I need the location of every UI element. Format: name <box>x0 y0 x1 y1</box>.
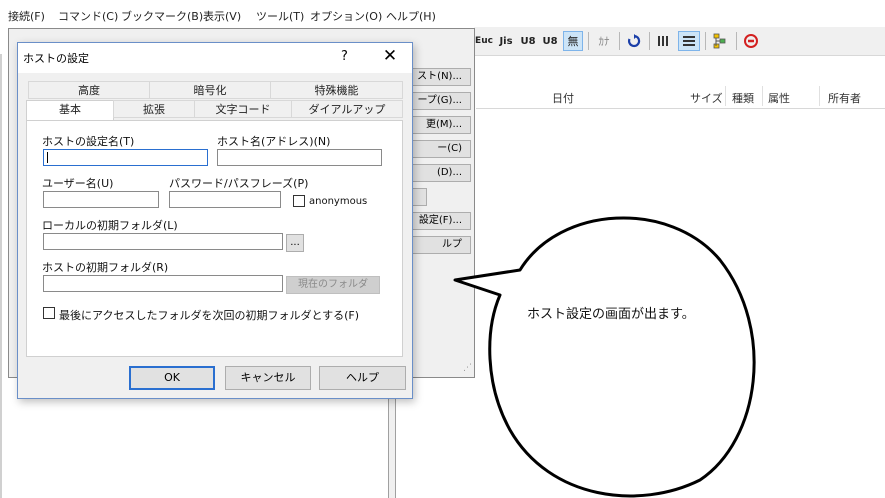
utf8-button[interactable]: U8 <box>518 31 538 51</box>
host-folder-input[interactable] <box>43 275 283 292</box>
close-icon[interactable]: ✕ <box>380 46 400 66</box>
utf8-bom-button[interactable]: U8 <box>540 31 560 51</box>
speech-bubble <box>453 216 756 498</box>
toolbar-separator <box>649 32 650 50</box>
copy-button[interactable]: ー(C) <box>405 140 471 158</box>
anonymous-checkbox[interactable] <box>293 195 305 207</box>
tab-encryption[interactable]: 暗号化 <box>149 81 271 99</box>
tab-dialup[interactable]: ダイアルアップ <box>291 100 403 118</box>
last-folder-checkbox[interactable] <box>43 307 55 319</box>
stop-icon[interactable] <box>741 31 761 51</box>
new-host-button[interactable]: スト(N)... <box>405 68 471 86</box>
local-folder-input[interactable] <box>43 233 283 250</box>
kana-button[interactable]: ｶﾅ <box>594 31 614 51</box>
password-label: パスワード/パスフレーズ(P) <box>169 177 309 190</box>
toolbar-separator <box>619 32 620 50</box>
toolbar: × Euc Jis U8 U8 無 ｶﾅ <box>454 27 885 56</box>
tab-special-features[interactable]: 特殊機能 <box>270 81 403 99</box>
new-group-button[interactable]: ープ(G)... <box>405 92 471 110</box>
column-size[interactable]: サイズ <box>690 90 723 106</box>
file-list-header: 日付 サイズ 種類 属性 所有者 <box>476 84 885 109</box>
change-settings-button[interactable]: 更(M)... <box>405 116 471 134</box>
cancel-button[interactable]: キャンセル <box>225 366 311 390</box>
no-conversion-button[interactable]: 無 <box>563 31 583 51</box>
host-name-input[interactable] <box>217 149 382 166</box>
browse-local-folder-button[interactable]: ... <box>286 234 304 252</box>
menu-tools[interactable]: ツール(T) <box>256 8 304 24</box>
euc-button[interactable]: Euc <box>474 31 494 51</box>
help-question-icon[interactable]: ? <box>341 49 348 64</box>
host-setting-name-label: ホストの設定名(T) <box>42 135 135 148</box>
column-owner[interactable]: 所有者 <box>828 90 861 106</box>
toolbar-separator <box>705 32 706 50</box>
column-separator <box>725 86 726 106</box>
dialog-title: ホストの設定 <box>23 52 89 65</box>
ok-button[interactable]: OK <box>129 366 215 390</box>
menu-command[interactable]: コマンド(C) <box>58 8 118 24</box>
delete-button[interactable]: (D)... <box>405 164 471 182</box>
left-pane-border <box>0 54 2 498</box>
host-name-label: ホスト名(アドレス)(N) <box>217 135 331 148</box>
tab-advanced[interactable]: 高度 <box>28 81 150 99</box>
column-type[interactable]: 種類 <box>732 90 754 106</box>
sync-tree-icon[interactable] <box>710 31 730 51</box>
pane-splitter[interactable] <box>388 395 396 498</box>
column-separator <box>819 86 820 106</box>
detail-view-icon[interactable] <box>678 31 700 51</box>
tab-character-code[interactable]: 文字コード <box>194 100 292 118</box>
refresh-icon[interactable] <box>624 31 644 51</box>
toolbar-separator <box>588 32 589 50</box>
jis-button[interactable]: Jis <box>496 31 516 51</box>
menu-connect[interactable]: 接続(F) <box>8 8 45 24</box>
text-caret <box>47 152 48 163</box>
tab-basic[interactable]: 基本 <box>26 100 114 120</box>
host-setting-name-input[interactable] <box>43 149 208 166</box>
tab-extended[interactable]: 拡張 <box>113 100 195 118</box>
host-settings-dialog: ホストの設定 ? ✕ 高度 暗号化 特殊機能 基本 拡張 文字コード ダイアルア… <box>17 42 413 399</box>
help-button[interactable]: ヘルプ <box>319 366 406 390</box>
column-separator <box>762 86 763 106</box>
host-folder-label: ホストの初期フォルダ(R) <box>42 261 169 274</box>
menu-options[interactable]: オプション(O) <box>310 8 382 24</box>
basic-tab-panel: ホストの設定名(T) ホスト名(アドレス)(N) ユーザー名(U) パスワード/… <box>26 120 403 357</box>
menu-help[interactable]: ヘルプ(H) <box>386 8 436 24</box>
dialog-title-bar[interactable]: ホストの設定 ? ✕ <box>18 43 412 73</box>
last-folder-checkbox-label: 最後にアクセスしたフォルダを次回の初期フォルダとする(F) <box>59 309 360 322</box>
current-folder-button[interactable]: 現在のフォルダ <box>286 276 380 294</box>
username-label: ユーザー名(U) <box>42 177 114 190</box>
local-folder-label: ローカルの初期フォルダ(L) <box>42 219 178 232</box>
username-input[interactable] <box>43 191 159 208</box>
password-input[interactable] <box>169 191 281 208</box>
menu-view[interactable]: 表示(V) <box>203 8 241 24</box>
annotation-text: ホスト設定の画面が出ます。 <box>527 307 695 322</box>
column-attributes[interactable]: 属性 <box>768 90 790 106</box>
toolbar-separator <box>736 32 737 50</box>
list-view-icon[interactable] <box>654 31 674 51</box>
menu-bookmark[interactable]: ブックマーク(B) <box>121 8 203 24</box>
column-date[interactable]: 日付 <box>552 90 574 106</box>
anonymous-label: anonymous <box>309 196 368 207</box>
